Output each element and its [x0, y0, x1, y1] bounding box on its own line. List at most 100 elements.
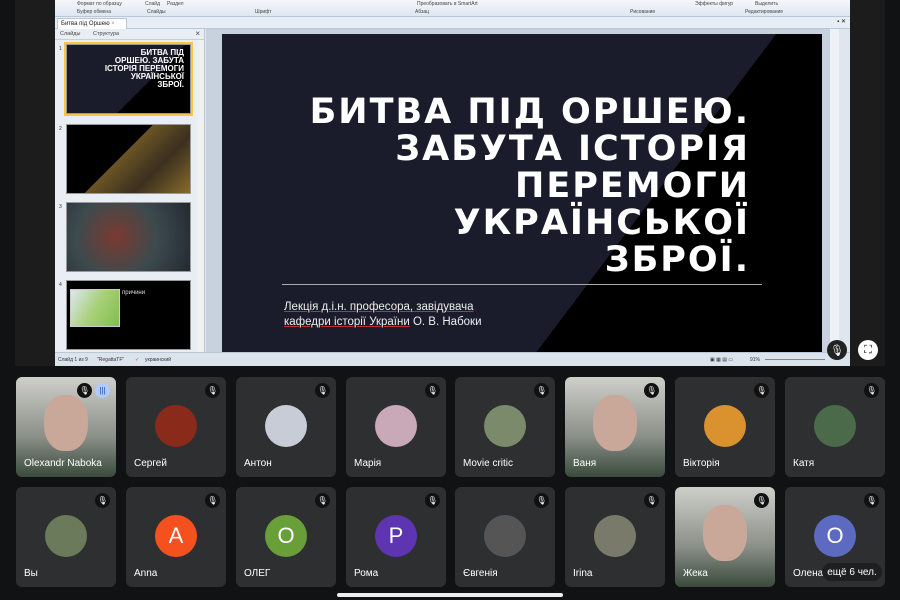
slide-thumbnail-4[interactable]: причини: [66, 280, 191, 350]
group-label: Абзац: [415, 9, 430, 15]
mic-off-icon: 🎙: [754, 383, 769, 398]
zoom-level[interactable]: 91%: [750, 357, 760, 363]
participant-name: ОЛЕГ: [244, 568, 271, 579]
participant-tile[interactable]: ||| 🎙 Olexandr Naboka: [16, 377, 116, 477]
participant-tile[interactable]: 🎙 Irina: [565, 487, 665, 587]
avatar: [375, 405, 417, 447]
avatar: O: [265, 515, 307, 557]
slide-thumbnail-2[interactable]: [66, 124, 191, 194]
close-icon[interactable]: ×: [195, 29, 200, 38]
group-label: Буфер обмена: [77, 9, 111, 15]
divider: [282, 284, 762, 285]
view-buttons[interactable]: ▣ ▦ ▤ ▭: [710, 357, 733, 363]
tab-outline[interactable]: Структура: [93, 31, 119, 37]
tab-slides[interactable]: Слайды: [60, 31, 80, 37]
zoom-slider[interactable]: [765, 359, 825, 360]
slide-title: БИТВА ПІД ОРШЕЮ. ЗАБУТА ІСТОРІЯ ПЕРЕМОГИ…: [310, 94, 750, 279]
format-painter-button[interactable]: Формат по образцу: [77, 1, 122, 7]
slide-thumbnail-3[interactable]: [66, 202, 191, 272]
select-button[interactable]: Выделить: [755, 1, 778, 7]
slide-number: 2: [59, 126, 62, 132]
participant-tile[interactable]: 🎙 Євгенія: [455, 487, 555, 587]
fullscreen-icon[interactable]: ⛶: [858, 340, 878, 360]
participant-name: Марія: [354, 458, 382, 469]
subtitle-line: кафедри історії України: [284, 316, 410, 328]
slide-number: 4: [59, 282, 62, 288]
avatar: O: [814, 515, 856, 557]
avatar: P: [375, 515, 417, 557]
participant-tile[interactable]: 🎙 Movie critic: [455, 377, 555, 477]
participant-name: Сергей: [134, 458, 167, 469]
more-participants-button[interactable]: ещё 6 чел.: [822, 563, 882, 581]
new-slide-button[interactable]: Слайд: [145, 1, 160, 7]
avatar: [594, 515, 636, 557]
mic-off-icon: 🎙: [77, 383, 92, 398]
participant-name: Вы: [24, 568, 38, 579]
avatar: [484, 515, 526, 557]
participant-tile[interactable]: O 🎙 ОЛЕГ: [236, 487, 336, 587]
section-button[interactable]: Раздел: [167, 1, 184, 7]
participant-tile[interactable]: 🎙 Жека: [675, 487, 775, 587]
avatar: [265, 405, 307, 447]
group-label: Рисование: [630, 9, 656, 15]
participant-tile[interactable]: 🎙 Ваня: [565, 377, 665, 477]
avatar: [45, 515, 87, 557]
ribbon: Формат по образцу Слайд Раздел Преобразо…: [55, 0, 850, 17]
mic-off-icon: 🎙: [534, 383, 549, 398]
avatar: [155, 405, 197, 447]
participant-name: Антон: [244, 458, 272, 469]
avatar: [814, 405, 856, 447]
title-line: ПЕРЕМОГИ: [515, 166, 750, 206]
mic-off-icon: 🎙: [864, 493, 879, 508]
participant-name: Жека: [683, 568, 708, 579]
smartart-button[interactable]: Преобразовать в SmartArt: [417, 1, 478, 7]
slide-number: 3: [59, 204, 62, 210]
slide-counter: Слайд 1 из 9: [58, 357, 88, 363]
participant-name: Катя: [793, 458, 815, 469]
participant-tile[interactable]: 🎙 Катя: [785, 377, 885, 477]
participant-tile[interactable]: 🎙 Сергей: [126, 377, 226, 477]
participant-tile[interactable]: 🎙 Антон: [236, 377, 336, 477]
mic-off-icon: 🎙: [754, 493, 769, 508]
map-image: [70, 289, 120, 327]
close-icon[interactable]: ×: [111, 21, 115, 27]
participant-name: Євгенія: [463, 568, 498, 579]
slide-scrollbar[interactable]: [829, 29, 839, 352]
document-tabs: Битва під Оршею × ▪ ✕: [55, 17, 850, 29]
participant-name: Movie critic: [463, 458, 514, 469]
participant-tile[interactable]: 🎙 Вікторія: [675, 377, 775, 477]
avatar: [484, 405, 526, 447]
group-label: Шрифт: [255, 9, 272, 15]
current-slide[interactable]: БИТВА ПІД ОРШЕЮ. ЗАБУТА ІСТОРІЯ ПЕРЕМОГИ…: [222, 34, 822, 352]
participant-tile[interactable]: A 🎙 Anna: [126, 487, 226, 587]
mic-off-icon[interactable]: 🎙: [827, 340, 847, 360]
title-line: ЗАБУТА ІСТОРІЯ: [395, 129, 750, 169]
participant-tile[interactable]: P 🎙 Рома: [346, 487, 446, 587]
theme-name: "RegattaTF": [97, 357, 125, 363]
speaking-indicator-icon: |||: [95, 383, 110, 398]
home-indicator[interactable]: [337, 593, 563, 597]
document-tab[interactable]: Битва під Оршею ×: [57, 18, 127, 29]
mic-off-icon: 🎙: [864, 383, 879, 398]
participant-name: Ваня: [573, 458, 597, 469]
title-line: УКРАЇНСЬКОЇ: [453, 203, 750, 243]
panel-scrollbar[interactable]: [197, 40, 204, 352]
avatar: [704, 405, 746, 447]
window-controls[interactable]: ▪ ✕: [837, 18, 846, 25]
subtitle-line: Лекція д.і.н. професора, завідувача: [284, 301, 474, 313]
group-label: Слайды: [147, 9, 166, 15]
participant-tile[interactable]: 🎙 Вы: [16, 487, 116, 587]
spellcheck-icon[interactable]: ✓: [135, 357, 139, 363]
mic-off-icon: 🎙: [315, 383, 330, 398]
participant-name: Рома: [354, 568, 379, 579]
shape-effects-button[interactable]: Эффекты фигур: [695, 1, 733, 7]
slide-subtitle: Лекція д.і.н. професора, завідувача кафе…: [284, 300, 482, 330]
mic-off-icon: 🎙: [644, 383, 659, 398]
slide-thumbnail-1[interactable]: БИТВА ПІД ОРШЕЮ. ЗАБУТА ІСТОРІЯ ПЕРЕМОГИ…: [64, 42, 193, 116]
thumbnail-title: причини: [122, 290, 146, 296]
participant-name: Вікторія: [683, 458, 720, 469]
participant-tile[interactable]: 🎙 Марія: [346, 377, 446, 477]
powerpoint-window: Формат по образцу Слайд Раздел Преобразо…: [55, 0, 850, 366]
status-bar: Слайд 1 из 9 "RegattaTF" ✓ украинский ▣ …: [55, 352, 850, 366]
avatar: A: [155, 515, 197, 557]
